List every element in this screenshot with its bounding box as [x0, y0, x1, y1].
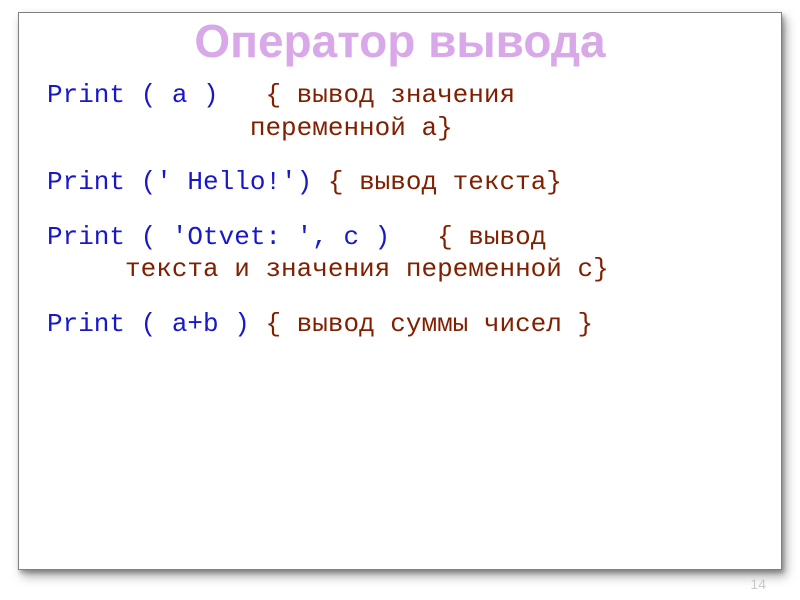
page-number: 14 [750, 576, 766, 592]
code-comment: переменной а} [47, 113, 453, 143]
code-example-4: Print ( a+b ) { вывод суммы чисел } [47, 308, 753, 341]
slide: Оператор вывода Print ( a ) { вывод знач… [0, 0, 800, 600]
code-text: Print ( 'Otvet: ', c ) [47, 222, 437, 252]
code-example-3: Print ( 'Otvet: ', c ) { вывод текста и … [47, 221, 753, 286]
slide-frame: Оператор вывода Print ( a ) { вывод знач… [18, 12, 782, 570]
code-text: Print ( a ) [47, 80, 265, 110]
code-text: Print (' Hello!') [47, 167, 328, 197]
code-example-1: Print ( a ) { вывод значения переменной … [47, 79, 753, 144]
code-text: Print ( a+b ) [47, 309, 265, 339]
code-example-2: Print (' Hello!') { вывод текста} [47, 166, 753, 199]
code-comment: { вывод суммы чисел } [265, 309, 593, 339]
code-comment: { вывод текста} [328, 167, 562, 197]
code-comment: { вывод значения [265, 80, 515, 110]
code-comment: текста и значения переменной с} [47, 254, 609, 284]
code-comment: { вывод [437, 222, 546, 252]
slide-title: Оператор вывода [47, 17, 753, 65]
